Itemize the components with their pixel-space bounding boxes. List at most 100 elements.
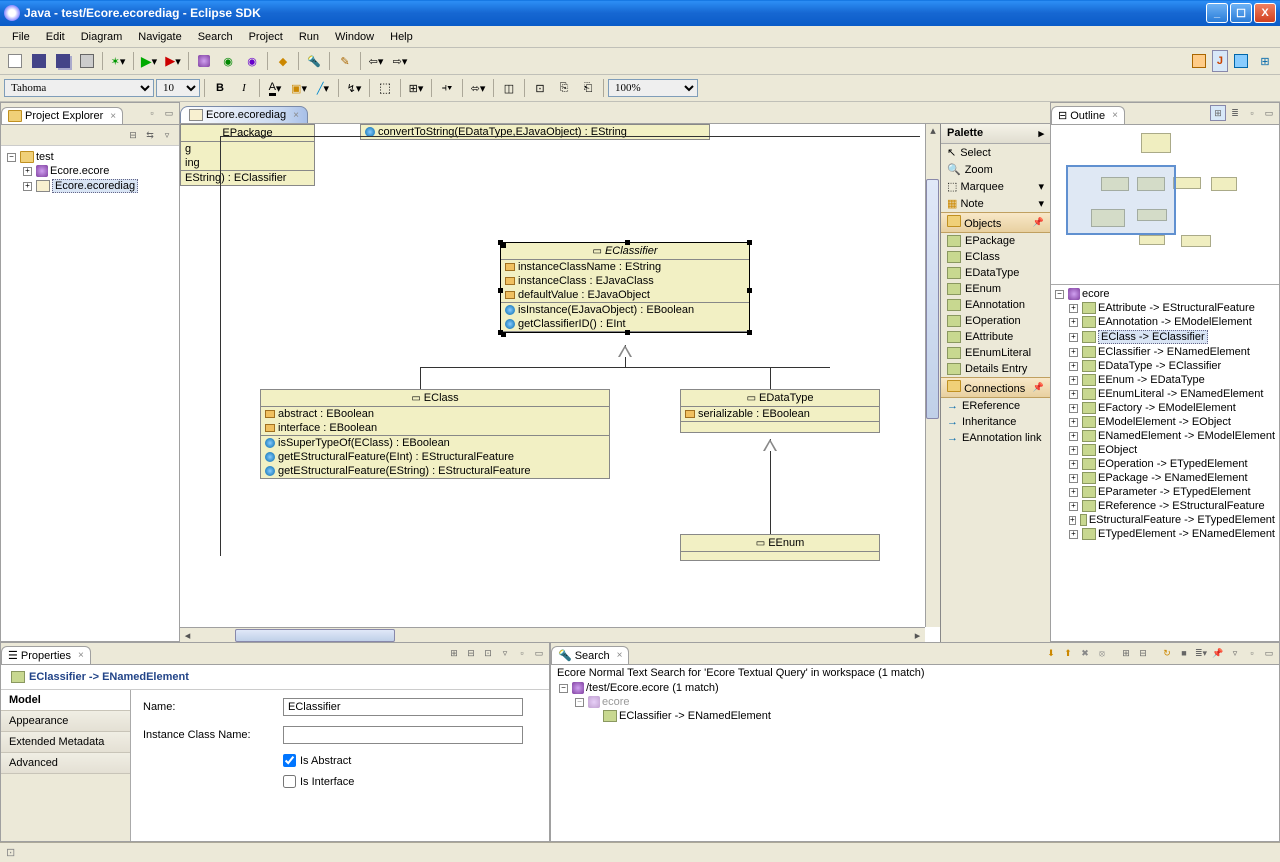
close-icon[interactable]: × <box>110 111 116 122</box>
search-button[interactable]: 🔦 <box>303 50 325 72</box>
outline-item[interactable]: +ETypedElement -> ENamedElement <box>1067 527 1277 541</box>
uml-class-eclassifier[interactable]: ▭EClassifier instanceClassName : EString… <box>500 242 750 333</box>
maximize-button[interactable]: ☐ <box>1230 3 1252 23</box>
expand-toggle[interactable]: + <box>1069 348 1078 357</box>
font-select[interactable]: Tahoma <box>4 79 154 97</box>
attr-label[interactable]: abstract : EBoolean <box>278 408 374 420</box>
outline-item[interactable]: +EClassifier -> ENamedElement <box>1067 345 1277 359</box>
op-label[interactable]: EString) : EClassifier <box>185 172 286 184</box>
expand-toggle[interactable]: + <box>23 182 32 191</box>
pin-icon[interactable]: 📌 <box>1033 217 1044 228</box>
uml-class-edatatype[interactable]: ▭EDataType serializable : EBoolean <box>680 389 880 433</box>
attr-label[interactable]: ing <box>185 157 200 169</box>
run-again-button[interactable]: ↻ <box>1159 645 1175 661</box>
palette-select[interactable]: ↖Select <box>941 144 1050 161</box>
debug-button[interactable]: ✶▾ <box>107 50 129 72</box>
expand-toggle[interactable]: + <box>1069 502 1078 511</box>
uml-class-eenum[interactable]: ▭EEnum <box>680 534 880 561</box>
close-icon[interactable]: × <box>78 650 84 661</box>
maximize-view-button[interactable]: ▭ <box>161 105 177 121</box>
paste-format-button[interactable]: ⎗ <box>577 77 599 99</box>
resource-perspective[interactable]: ⊞ <box>1254 50 1276 72</box>
palette-item-eoperation[interactable]: EOperation <box>941 313 1050 329</box>
tree-node-label[interactable]: test <box>36 151 54 163</box>
next-match-button[interactable]: ⬇ <box>1043 645 1059 661</box>
menu-project[interactable]: Project <box>241 29 291 45</box>
minimize-view-button[interactable]: ▫ <box>144 105 160 121</box>
run-button[interactable]: ▶▾ <box>138 50 160 72</box>
link-editor-button[interactable]: ⇆ <box>142 127 158 143</box>
remove-all-button[interactable]: ⦻ <box>1094 645 1110 661</box>
editor-tab[interactable]: Ecore.ecorediag × <box>180 106 308 123</box>
menu-file[interactable]: File <box>4 29 38 45</box>
outline-item[interactable]: +EDataType -> EClassifier <box>1067 359 1277 373</box>
new-interface-button[interactable]: ◉ <box>241 50 263 72</box>
new-button[interactable] <box>4 50 26 72</box>
bold-button[interactable]: B <box>209 77 231 99</box>
outline-item[interactable]: +EAttribute -> EStructuralFeature <box>1067 301 1277 315</box>
remove-match-button[interactable]: ✖ <box>1077 645 1093 661</box>
palette-marquee[interactable]: ⬚ Marquee▾ <box>941 178 1050 195</box>
menu-help[interactable]: Help <box>382 29 421 45</box>
minimize-button[interactable]: _ <box>1206 3 1228 23</box>
prev-match-button[interactable]: ⬆ <box>1060 645 1076 661</box>
close-icon[interactable]: × <box>617 650 623 661</box>
new-class-button[interactable]: ◉ <box>217 50 239 72</box>
attr-label[interactable]: interface : EBoolean <box>278 422 377 434</box>
tree-node-label[interactable]: Ecore.ecorediag <box>52 179 138 193</box>
attr-label[interactable]: defaultValue : EJavaObject <box>518 289 650 301</box>
expand-toggle[interactable]: − <box>575 698 584 707</box>
palette-item-eattribute[interactable]: EAttribute <box>941 329 1050 345</box>
menu-run[interactable]: Run <box>291 29 327 45</box>
view-menu-button[interactable]: ▿ <box>1227 645 1243 661</box>
horizontal-scrollbar[interactable]: ◂ ▸ <box>180 627 925 642</box>
outline-item[interactable]: +ENamedElement -> EModelElement <box>1067 429 1277 443</box>
outline-thumbnail[interactable] <box>1051 125 1279 285</box>
expand-toggle[interactable]: + <box>1069 446 1078 455</box>
palette-item-eannotation[interactable]: EAnnotation <box>941 297 1050 313</box>
search-file[interactable]: /test/Ecore.ecore (1 match) <box>586 682 719 694</box>
op-label[interactable]: getEStructuralFeature(EInt) : EStructura… <box>278 451 514 463</box>
expand-toggle[interactable]: + <box>23 167 32 176</box>
outline-item[interactable]: +EEnumLiteral -> ENamedElement <box>1067 387 1277 401</box>
outline-tab[interactable]: ⊟ Outline × <box>1051 106 1125 124</box>
outline-item[interactable]: +EEnum -> EDataType <box>1067 373 1277 387</box>
router-button[interactable]: ↯▾ <box>343 77 365 99</box>
minimize-view-button[interactable]: ▫ <box>1244 105 1260 121</box>
class-name[interactable]: EDataType <box>759 392 813 404</box>
is-interface-checkbox[interactable] <box>283 775 296 788</box>
class-name[interactable]: EPackage <box>222 127 272 139</box>
outline-item[interactable]: +EClass -> EClassifier <box>1067 329 1277 345</box>
expand-toggle[interactable]: + <box>1069 488 1078 497</box>
outline-item[interactable]: +EAnnotation -> EModelElement <box>1067 315 1277 329</box>
attr-label[interactable]: serializable : EBoolean <box>698 408 810 420</box>
op-label[interactable]: isSuperTypeOf(EClass) : EBoolean <box>278 437 450 449</box>
expand-toggle[interactable]: + <box>1069 516 1076 525</box>
op-label[interactable]: getEStructuralFeature(EString) : EStruct… <box>278 465 531 477</box>
class-name[interactable]: EClass <box>424 392 459 404</box>
uml-class-eclass[interactable]: ▭EClass abstract : EBoolean interface : … <box>260 389 610 479</box>
distribute-button[interactable]: ⬄▾ <box>467 77 489 99</box>
palette-item-eenum[interactable]: EEnum <box>941 281 1050 297</box>
font-size-select[interactable]: 10 <box>156 79 200 97</box>
close-icon[interactable]: × <box>293 110 299 121</box>
line-color-button[interactable]: ╱▾ <box>312 77 334 99</box>
expand-toggle[interactable]: + <box>1069 474 1078 483</box>
palette-item-eannotation-link[interactable]: →EAnnotation link <box>941 430 1050 446</box>
menu-diagram[interactable]: Diagram <box>73 29 131 45</box>
annotate-button[interactable]: ✎ <box>334 50 356 72</box>
tree-node-label[interactable]: ecore <box>1082 288 1110 300</box>
collapse-all-button[interactable]: ⊟ <box>1135 645 1151 661</box>
is-abstract-checkbox[interactable] <box>283 754 296 767</box>
expand-toggle[interactable]: + <box>1069 460 1078 469</box>
minimize-view-button[interactable]: ▫ <box>514 645 530 661</box>
palette-item-inheritance[interactable]: →Inheritance <box>941 414 1050 430</box>
palette-item-edatatype[interactable]: EDataType <box>941 265 1050 281</box>
palette-note[interactable]: ▦ Note▾ <box>941 195 1050 212</box>
close-button[interactable]: X <box>1254 3 1276 23</box>
expand-toggle[interactable]: + <box>1069 390 1078 399</box>
expand-toggle[interactable]: + <box>1069 318 1078 327</box>
collapse-all-button[interactable]: ⊟ <box>125 127 141 143</box>
palette-connections-category[interactable]: Connections📌 <box>941 377 1050 398</box>
outline-item[interactable]: +EObject <box>1067 443 1277 457</box>
